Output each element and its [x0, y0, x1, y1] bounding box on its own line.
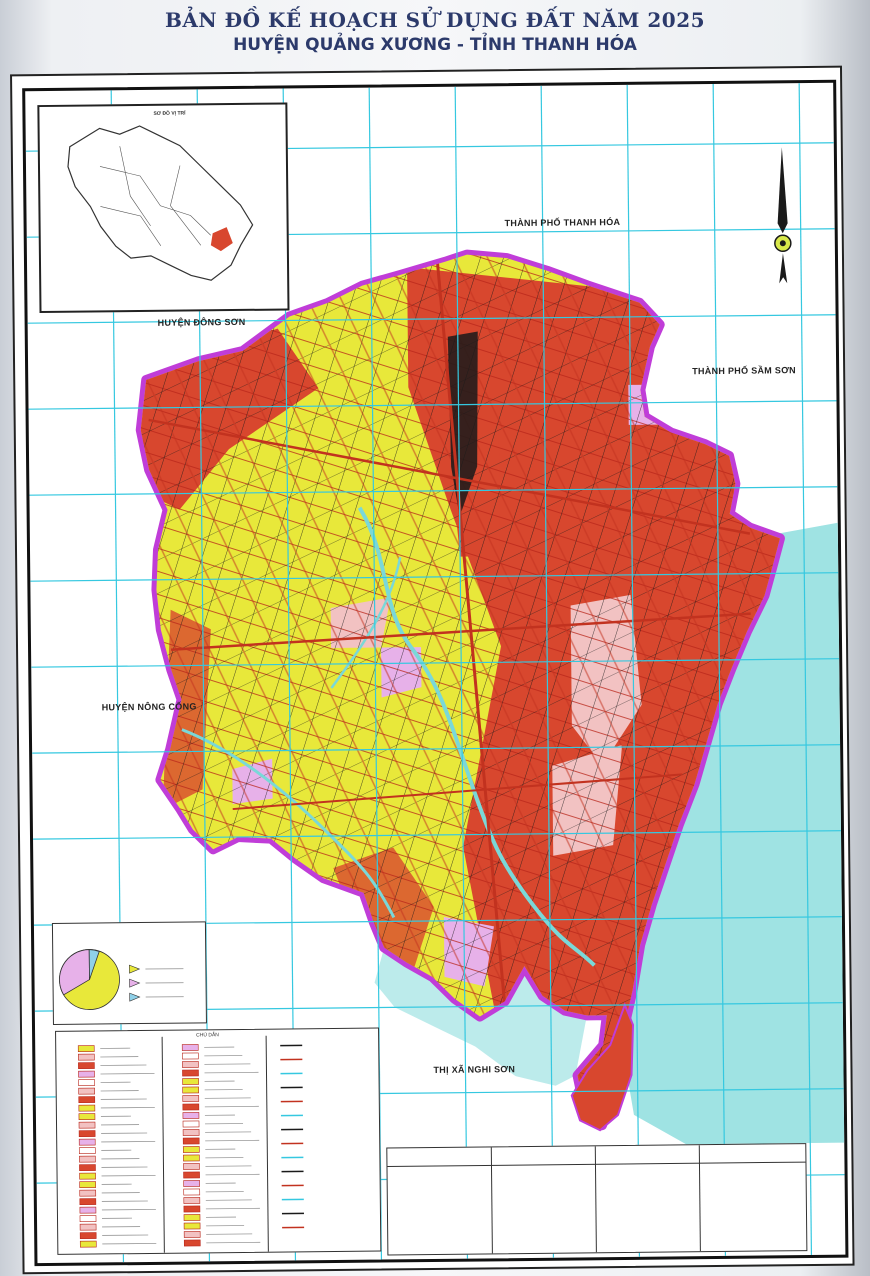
legend-swatch	[79, 1232, 97, 1239]
pie-chart-canvas	[59, 949, 184, 1010]
legend-swatch	[182, 1069, 199, 1077]
map-frame: SƠ ĐỒ VỊ TRÍ THÀNH PHỐ THANH HÓA HUYỆN Đ…	[22, 79, 849, 1267]
legend-swatch	[183, 1171, 200, 1179]
legend-swatch	[182, 1112, 200, 1119]
legend-swatch	[183, 1214, 201, 1221]
label-west-neighbor: HUYỆN NÔNG CỐNG	[101, 701, 197, 713]
legend-swatch	[78, 1121, 96, 1129]
land-use-pie-chart	[51, 921, 207, 1025]
legend-canvas	[77, 1035, 305, 1253]
legend-entry-text	[205, 1207, 260, 1210]
legend-swatch	[77, 1045, 95, 1052]
legend-swatch	[78, 1062, 95, 1069]
legend-swatch	[79, 1215, 97, 1222]
label-north-neighbor: THÀNH PHỐ THANH HÓA	[504, 216, 621, 229]
legend-swatch	[182, 1137, 200, 1145]
legend-entry-text	[205, 1173, 260, 1176]
legend-swatch	[78, 1070, 95, 1078]
legend-entry-text	[100, 1072, 155, 1075]
legend-entry-text	[102, 1242, 157, 1245]
legend-swatch	[183, 1197, 201, 1204]
legend-swatch	[78, 1087, 96, 1095]
legend-swatch	[79, 1206, 97, 1214]
label-east-neighbor: THÀNH PHỐ SẦM SƠN	[692, 365, 796, 377]
legend-swatch	[79, 1172, 96, 1180]
map-subtitle: HUYỆN QUẢNG XƯƠNG - TỈNH THANH HÓA	[233, 35, 637, 55]
legend-swatch	[181, 1044, 199, 1051]
north-arrow-icon	[774, 147, 792, 284]
legend-swatch	[79, 1181, 96, 1188]
legend-swatch	[182, 1061, 199, 1068]
legend-swatch	[182, 1095, 200, 1102]
legend-swatch	[79, 1189, 97, 1197]
legend-entry-text	[204, 1105, 259, 1108]
map-title: BẢN ĐỒ KẾ HOẠCH SỬ DỤNG ĐẤT NĂM 2025	[164, 8, 706, 32]
inset-canvas	[67, 125, 254, 281]
legend-entry-text	[101, 1140, 156, 1143]
legend-swatch	[79, 1198, 97, 1205]
legend-swatch	[78, 1138, 96, 1146]
legend-swatch	[182, 1086, 200, 1094]
legend-swatch	[183, 1239, 201, 1247]
legend-swatch	[78, 1147, 96, 1154]
legend-entry-text	[100, 1106, 155, 1109]
legend-swatch	[183, 1222, 201, 1230]
legend-swatch	[78, 1096, 96, 1103]
legend-entry-text	[204, 1071, 259, 1074]
legend-swatch	[183, 1163, 200, 1170]
legend-swatch	[183, 1188, 201, 1196]
legend-swatch	[79, 1164, 96, 1171]
legend-swatch	[79, 1223, 97, 1231]
title-block-grid	[387, 1145, 806, 1254]
legend-swatch	[78, 1113, 96, 1120]
legend-swatch	[182, 1103, 200, 1111]
legend-entry-text	[101, 1174, 156, 1177]
legend-entry-text	[206, 1241, 261, 1244]
legend-swatch	[182, 1120, 200, 1128]
legend-swatch	[182, 1129, 200, 1136]
map-legend: CHÚ DẪN	[55, 1027, 382, 1255]
legend-swatch	[79, 1240, 97, 1248]
legend-swatch	[79, 1155, 96, 1163]
legend-swatch	[183, 1205, 201, 1213]
legend-swatch	[78, 1130, 96, 1137]
legend-swatch	[183, 1231, 201, 1238]
map-sheet: SƠ ĐỒ VỊ TRÍ THÀNH PHỐ THANH HÓA HUYỆN Đ…	[10, 65, 855, 1275]
inset-location-map: SƠ ĐỒ VỊ TRÍ	[37, 102, 290, 314]
label-south-neighbor: THỊ XÃ NGHI SƠN	[433, 1064, 516, 1075]
map-title-block: BẢN ĐỒ KẾ HOẠCH SỬ DỤNG ĐẤT NĂM 2025 HUY…	[0, 8, 870, 55]
legend-entry-text	[205, 1139, 260, 1142]
legend-swatch	[183, 1154, 200, 1162]
legend-entry-text	[101, 1208, 156, 1211]
legend-swatch	[181, 1052, 199, 1060]
legend-swatch	[78, 1079, 95, 1086]
legend-swatch	[77, 1053, 95, 1061]
legend-swatch	[182, 1146, 200, 1153]
approval-title-block	[386, 1143, 808, 1256]
legend-swatch	[182, 1078, 199, 1085]
label-northwest-neighbor: HUYỆN ĐÔNG SƠN	[157, 316, 246, 328]
legend-swatch	[78, 1104, 96, 1112]
legend-swatch	[183, 1180, 200, 1187]
